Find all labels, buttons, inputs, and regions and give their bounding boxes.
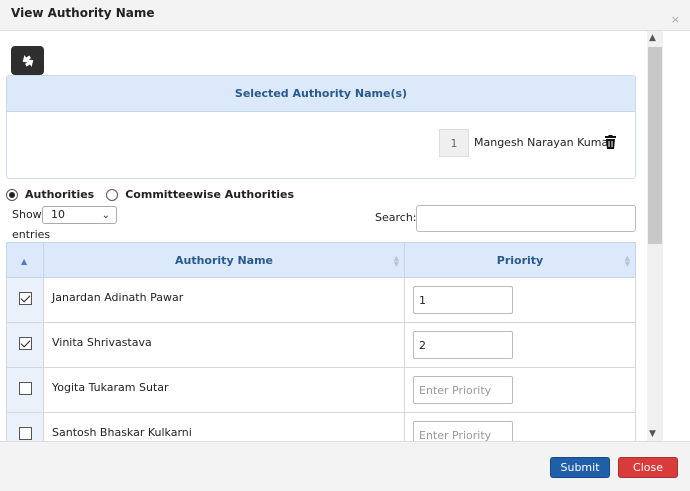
- authority-name-cell: Janardan Adinath Pawar: [43, 277, 405, 323]
- vertical-scrollbar[interactable]: ▲ ▼: [647, 31, 663, 441]
- table-row: Yogita Tukaram Sutar: [6, 367, 636, 413]
- close-button[interactable]: Close: [618, 457, 678, 478]
- radio-committeewise-label[interactable]: Committeewise Authorities: [125, 188, 294, 201]
- authority-filter: Authorities Committeewise Authorities: [6, 188, 302, 201]
- column-priority-label: Priority: [496, 253, 544, 267]
- dialog-body: Selected Authority Name(s) 1 Mangesh Nar…: [0, 31, 647, 441]
- row-checkbox[interactable]: [18, 427, 32, 440]
- priority-input[interactable]: [413, 376, 513, 404]
- table-row: Santosh Bhaskar Kulkarni: [6, 412, 636, 441]
- priority-input[interactable]: [413, 421, 513, 441]
- column-authority-name[interactable]: Authority Name ▲ ▼: [43, 242, 405, 278]
- row-checkbox[interactable]: [18, 337, 32, 350]
- priority-cell: [404, 277, 636, 323]
- refresh-icon: [22, 54, 33, 67]
- radio-authorities-label[interactable]: Authorities: [25, 188, 94, 201]
- priority-cell: [404, 367, 636, 413]
- search-label: Search:: [375, 211, 417, 224]
- dialog-header: View Authority Name ×: [0, 0, 690, 31]
- submit-button[interactable]: Submit: [550, 457, 610, 478]
- select-column-header[interactable]: ▲: [6, 242, 44, 278]
- authority-table: ▲ Authority Name ▲ ▼ Priority ▲ ▼ Janardan…: [6, 242, 636, 441]
- selected-item-name: Mangesh Narayan Kuman: [474, 136, 616, 149]
- page-size-value: 10: [51, 208, 65, 221]
- row-checkbox[interactable]: [18, 292, 32, 305]
- scroll-up-icon[interactable]: ▲: [649, 33, 656, 43]
- scroll-down-icon[interactable]: ▼: [649, 429, 656, 439]
- table-row: Vinita Shrivastava: [6, 322, 636, 368]
- search-input[interactable]: [416, 205, 636, 232]
- sort-asc-icon: ▲: [21, 257, 28, 266]
- close-icon[interactable]: ×: [671, 13, 680, 26]
- scrollbar-thumb[interactable]: [648, 47, 662, 244]
- row-select-cell: [6, 277, 44, 323]
- authority-name-cell: Vinita Shrivastava: [43, 322, 405, 368]
- page-size-select[interactable]: 10 ⌄: [42, 206, 117, 224]
- table-row: Janardan Adinath Pawar: [6, 277, 636, 323]
- sort-icon: ▲ ▼: [393, 254, 399, 268]
- authority-name-cell: Santosh Bhaskar Kulkarni: [43, 412, 405, 441]
- trash-icon[interactable]: [605, 135, 616, 149]
- column-priority[interactable]: Priority ▲ ▼: [404, 242, 636, 278]
- priority-cell: [404, 412, 636, 441]
- row-select-cell: [6, 322, 44, 368]
- selected-authorities-panel: Selected Authority Name(s) 1 Mangesh Nar…: [6, 75, 636, 179]
- show-label: Show: [12, 208, 42, 221]
- row-select-cell: [6, 412, 44, 441]
- priority-input[interactable]: [413, 286, 513, 314]
- column-authority-name-label: Authority Name: [175, 253, 273, 267]
- dialog-title: View Authority Name: [11, 6, 155, 20]
- priority-cell: [404, 322, 636, 368]
- selected-item-number: 1: [439, 129, 469, 157]
- sort-icon: ▲ ▼: [624, 254, 630, 268]
- dialog-footer: Submit Close: [0, 441, 690, 491]
- selected-panel-header: Selected Authority Name(s): [7, 76, 635, 112]
- authority-name-cell: Yogita Tukaram Sutar: [43, 367, 405, 413]
- chevron-down-icon: ⌄: [101, 210, 110, 221]
- radio-committeewise[interactable]: [106, 188, 119, 201]
- priority-input[interactable]: [413, 331, 513, 359]
- row-select-cell: [6, 367, 44, 413]
- refresh-button[interactable]: [11, 46, 44, 75]
- row-checkbox[interactable]: [18, 382, 32, 395]
- entries-label: entries: [12, 228, 51, 241]
- table-header-row: ▲ Authority Name ▲ ▼ Priority ▲ ▼: [6, 242, 636, 278]
- radio-authorities[interactable]: [6, 188, 18, 201]
